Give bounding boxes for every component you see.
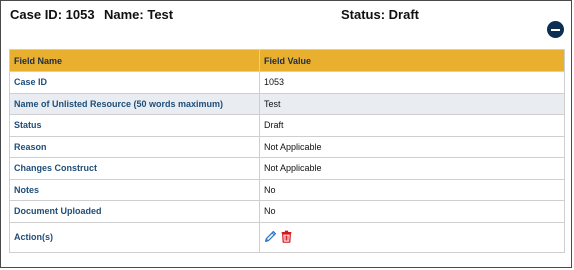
- field-value-changes-construct: Not Applicable: [259, 157, 565, 180]
- field-name-reason: Reason: [9, 135, 260, 158]
- field-name-changes-construct: Changes Construct: [9, 157, 260, 180]
- field-value-resource-name: Test: [259, 92, 565, 115]
- table-row: Changes Construct Not Applicable: [9, 157, 565, 180]
- trash-icon[interactable]: [280, 230, 293, 243]
- field-value-status: Draft: [259, 114, 565, 137]
- minus-icon: [551, 28, 560, 31]
- case-name-heading: Name: Test: [104, 7, 174, 22]
- case-id-heading: Case ID: 1053: [10, 7, 95, 22]
- table-row: Notes No: [9, 178, 565, 201]
- field-value-notes: No: [259, 178, 565, 201]
- table-row: Case ID 1053: [9, 71, 565, 94]
- field-name-document-uploaded: Document Uploaded: [9, 200, 260, 223]
- field-value-document-uploaded: No: [259, 200, 565, 223]
- pencil-icon[interactable]: [264, 230, 277, 243]
- case-details-table: Field Name Field Value Case ID 1053 Name…: [9, 49, 565, 253]
- case-status-heading: Status: Draft: [341, 7, 420, 22]
- field-value-reason: Not Applicable: [259, 135, 565, 158]
- column-header-field-name: Field Name: [9, 49, 260, 72]
- field-name-case-id: Case ID: [9, 71, 260, 94]
- field-name-notes: Notes: [9, 178, 260, 201]
- table-row: Action(s): [9, 221, 565, 253]
- column-header-field-value: Field Value: [259, 49, 565, 72]
- table-row: Status Draft: [9, 114, 565, 137]
- field-value-case-id: 1053: [259, 71, 565, 94]
- table-row: Name of Unlisted Resource (50 words maxi…: [9, 92, 565, 115]
- table-row: Document Uploaded No: [9, 200, 565, 223]
- actions-cell: [259, 221, 565, 253]
- field-name-actions: Action(s): [9, 221, 260, 253]
- field-name-resource-name: Name of Unlisted Resource (50 words maxi…: [9, 92, 260, 115]
- table-header-row: Field Name Field Value: [9, 49, 565, 72]
- collapse-button[interactable]: [547, 21, 564, 38]
- table-row: Reason Not Applicable: [9, 135, 565, 158]
- field-name-status: Status: [9, 114, 260, 137]
